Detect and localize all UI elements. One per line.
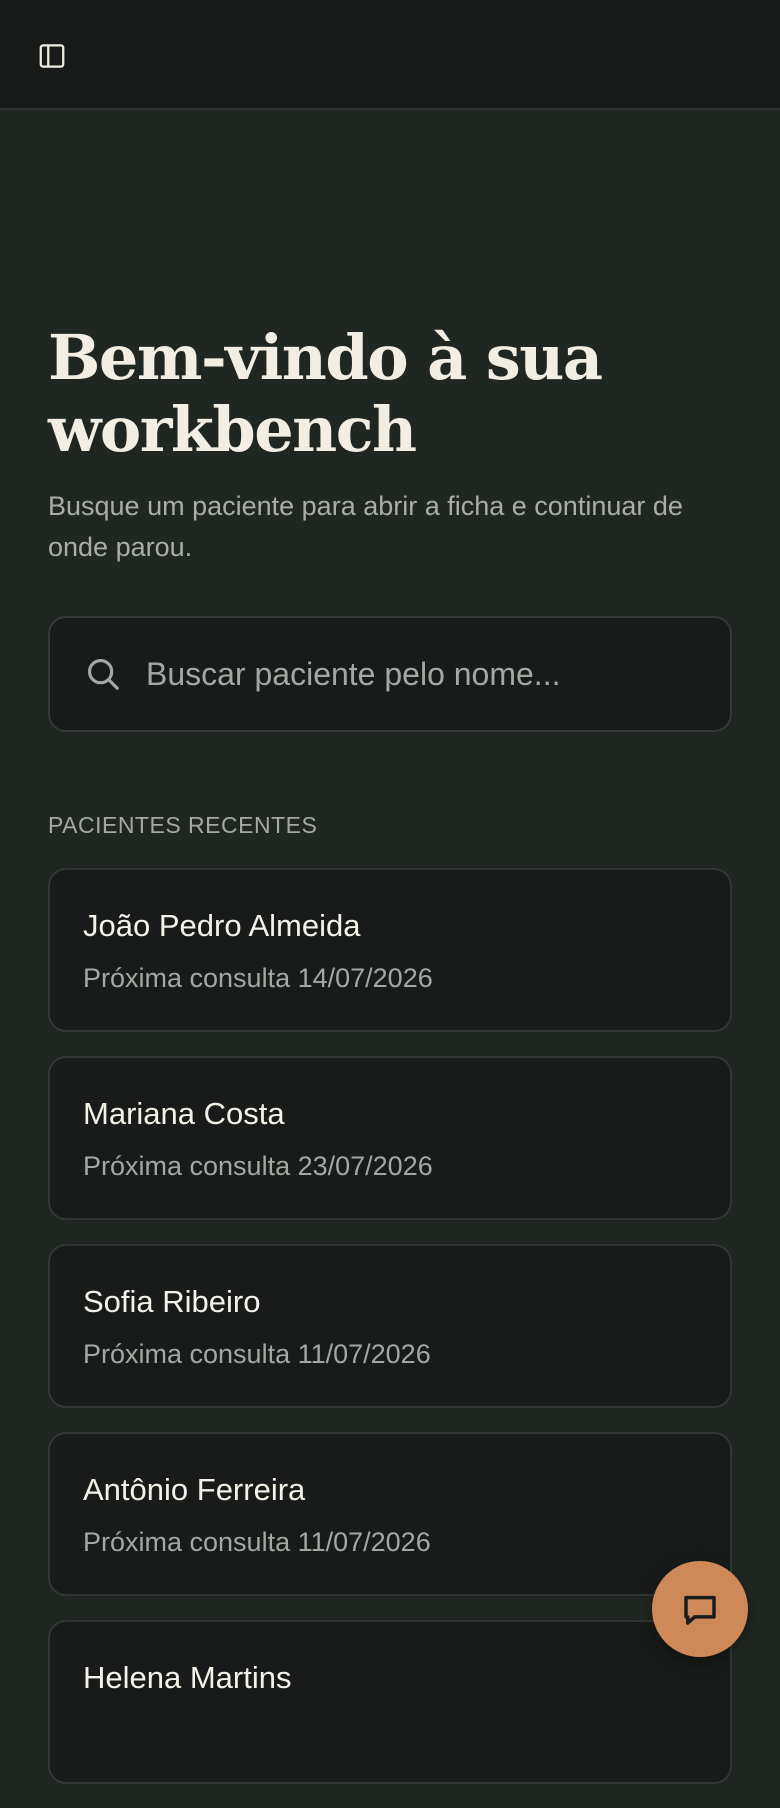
- top-bar: [0, 0, 780, 110]
- patient-card[interactable]: Antônio Ferreira Próxima consulta 11/07/…: [48, 1432, 732, 1596]
- patient-name: Mariana Costa: [83, 1096, 285, 1131]
- patient-name: Helena Martins: [83, 1660, 292, 1695]
- search-input[interactable]: [146, 644, 730, 704]
- recent-patients-heading: PACIENTES RECENTES: [48, 812, 318, 838]
- patient-card[interactable]: Helena Martins: [48, 1620, 732, 1784]
- page-title: Bem-vindo à sua workbench: [48, 321, 603, 466]
- patient-next-appointment: Próxima consulta 11/07/2026: [83, 1527, 431, 1557]
- page-subtitle: Busque um paciente para abrir a ficha e …: [48, 491, 683, 562]
- patient-next-appointment: Próxima consulta 23/07/2026: [83, 1151, 433, 1181]
- recent-patients-list: João Pedro Almeida Próxima consulta 14/0…: [48, 868, 732, 1808]
- patient-card[interactable]: Mariana Costa Próxima consulta 23/07/202…: [48, 1056, 732, 1220]
- chat-fab-button[interactable]: [652, 1561, 748, 1657]
- search-icon: [84, 655, 122, 693]
- patient-next-appointment: Próxima consulta 14/07/2026: [83, 963, 433, 993]
- patient-name: Antônio Ferreira: [83, 1472, 306, 1507]
- patient-card[interactable]: João Pedro Almeida Próxima consulta 14/0…: [48, 868, 732, 1032]
- patient-next-appointment: Próxima consulta 11/07/2026: [83, 1339, 431, 1369]
- sidebar-toggle-button[interactable]: [26, 30, 78, 82]
- patient-card[interactable]: Sofia Ribeiro Próxima consulta 11/07/202…: [48, 1244, 732, 1408]
- search-box[interactable]: [48, 616, 732, 732]
- chat-bubble-icon: [684, 1595, 716, 1625]
- sidebar-panel-icon: [39, 44, 65, 68]
- patient-name: Sofia Ribeiro: [83, 1284, 261, 1319]
- patient-name: João Pedro Almeida: [83, 908, 361, 943]
